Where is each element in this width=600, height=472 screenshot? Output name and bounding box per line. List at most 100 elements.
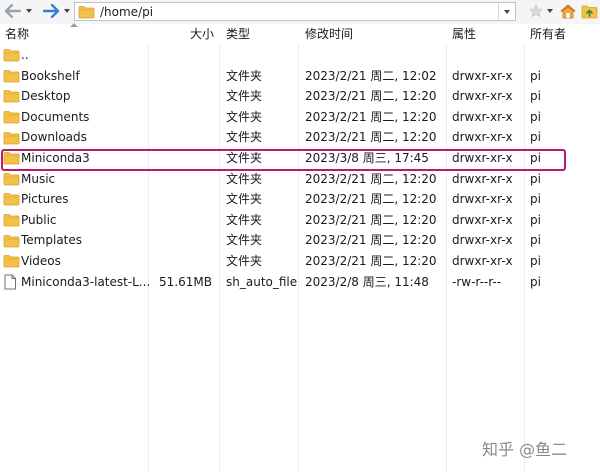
file-permissions: -rw-r--r-- bbox=[452, 274, 502, 289]
file-size: 51.61MB bbox=[159, 274, 212, 289]
back-history-dropdown[interactable] bbox=[24, 2, 34, 20]
folder-icon bbox=[3, 86, 21, 107]
file-name: Desktop bbox=[21, 89, 71, 104]
path-text: /home/pi bbox=[100, 4, 154, 19]
chevron-down-icon bbox=[547, 9, 553, 13]
file-name: Downloads bbox=[21, 130, 87, 145]
file-modified-time: 2023/2/21 周二, 12:20 bbox=[305, 212, 437, 227]
folder-icon bbox=[3, 66, 21, 87]
file-type: 文件夹 bbox=[226, 150, 263, 165]
file-owner: pi bbox=[530, 274, 541, 289]
file-owner: pi bbox=[530, 212, 541, 227]
file-size bbox=[150, 169, 212, 190]
parent-folder-button[interactable] bbox=[580, 3, 598, 19]
file-name: Public bbox=[21, 212, 57, 227]
folder-icon bbox=[3, 127, 21, 148]
file-type: sh_auto_file bbox=[226, 274, 298, 289]
file-permissions: drwxr-xr-x bbox=[452, 130, 513, 145]
file-permissions: drwxr-xr-x bbox=[452, 109, 513, 124]
file-owner: pi bbox=[530, 89, 541, 104]
file-permissions bbox=[452, 45, 526, 66]
file-name: Documents bbox=[21, 109, 90, 124]
file-type: 文件夹 bbox=[226, 130, 263, 145]
file-name: Music bbox=[21, 171, 56, 186]
file-row[interactable]: Miniconda3 文件夹 2023/3/8 周三, 17:45 drwxr-xr-… bbox=[0, 148, 600, 169]
file-permissions: drwxr-xr-x bbox=[452, 171, 513, 186]
file-modified-time: 2023/3/8 周三, 17:45 bbox=[305, 150, 429, 165]
chevron-down-icon bbox=[26, 9, 32, 13]
file-icon bbox=[3, 272, 21, 293]
file-type: 文件夹 bbox=[226, 109, 263, 124]
file-type: 文件夹 bbox=[226, 89, 263, 104]
forward-button[interactable] bbox=[40, 2, 62, 20]
chevron-down-icon bbox=[504, 9, 510, 14]
file-modified-time: 2023/2/8 周三, 11:48 bbox=[305, 274, 429, 289]
column-header-permissions[interactable]: 属性 bbox=[452, 24, 476, 44]
watermark: 知乎 @鱼二 bbox=[482, 440, 568, 459]
file-permissions: drwxr-xr-x bbox=[452, 150, 513, 165]
file-name: .. bbox=[21, 48, 29, 62]
folder-icon bbox=[3, 169, 21, 190]
file-owner: pi bbox=[530, 68, 541, 83]
file-modified-time: 2023/2/21 周二, 12:20 bbox=[305, 171, 437, 186]
file-type bbox=[226, 45, 298, 66]
folder-icon bbox=[3, 189, 21, 210]
path-bar[interactable]: /home/pi bbox=[74, 2, 516, 21]
file-row[interactable]: Templates 文件夹 2023/2/21 周二, 12:20 drwxr-xr-… bbox=[0, 230, 600, 251]
file-row[interactable]: Public 文件夹 2023/2/21 周二, 12:20 drwxr-xr-x pi bbox=[0, 210, 600, 231]
file-row[interactable]: Bookshelf 文件夹 2023/2/21 周二, 12:02 drwxr-xr-… bbox=[0, 66, 600, 87]
file-size bbox=[150, 45, 212, 66]
column-header-owner[interactable]: 所有者 bbox=[530, 24, 566, 44]
file-name: Miniconda3-latest-L... bbox=[21, 274, 149, 289]
file-row[interactable]: Documents 文件夹 2023/2/21 周二, 12:20 drwxr-xr-… bbox=[0, 107, 600, 128]
folder-icon bbox=[3, 45, 21, 66]
file-owner: pi bbox=[530, 150, 541, 165]
file-name: Templates bbox=[21, 233, 83, 248]
parent-folder-icon bbox=[581, 5, 597, 18]
home-button[interactable] bbox=[559, 3, 577, 19]
file-size bbox=[150, 86, 212, 107]
file-row[interactable]: Pictures 文件夹 2023/2/21 周二, 12:20 drwxr-xr-x… bbox=[0, 189, 600, 210]
file-modified-time bbox=[305, 45, 445, 66]
file-row[interactable]: .. bbox=[0, 45, 600, 66]
file-permissions: drwxr-xr-x bbox=[452, 233, 513, 248]
column-header-type[interactable]: 类型 bbox=[226, 24, 250, 44]
folder-icon bbox=[3, 230, 21, 251]
file-modified-time: 2023/2/21 周二, 12:20 bbox=[305, 89, 437, 104]
forward-history-dropdown[interactable] bbox=[62, 2, 72, 20]
file-type: 文件夹 bbox=[226, 192, 263, 207]
file-owner: pi bbox=[530, 130, 541, 145]
file-size bbox=[150, 127, 212, 148]
home-icon bbox=[560, 4, 576, 18]
file-name: Bookshelf bbox=[21, 68, 80, 83]
file-modified-time: 2023/2/21 周二, 12:20 bbox=[305, 253, 437, 268]
file-row[interactable]: Desktop 文件夹 2023/2/21 周二, 12:20 drwxr-xr-x p… bbox=[0, 86, 600, 107]
file-list: .. Bookshelf 文件夹 2023/2/21 周二, 12:02 drwxr-x… bbox=[0, 45, 600, 292]
chevron-down-icon bbox=[64, 9, 70, 13]
back-button[interactable] bbox=[2, 2, 24, 20]
file-row[interactable]: Videos 文件夹 2023/2/21 周二, 12:20 drwxr-xr-x pi bbox=[0, 251, 600, 272]
folder-icon bbox=[3, 251, 21, 272]
file-owner: pi bbox=[530, 233, 541, 248]
column-header-size[interactable]: 大小 bbox=[190, 24, 214, 44]
file-size bbox=[150, 107, 212, 128]
file-row[interactable]: Downloads 文件夹 2023/2/21 周二, 12:20 drwxr-xr-… bbox=[0, 127, 600, 148]
file-owner: pi bbox=[530, 171, 541, 186]
column-header-name[interactable]: 名称 bbox=[5, 24, 29, 44]
file-row[interactable]: Music 文件夹 2023/2/21 周二, 12:20 drwxr-xr-x pi bbox=[0, 169, 600, 190]
column-header-mtime[interactable]: 修改时间 bbox=[305, 24, 353, 44]
path-history-dropdown[interactable] bbox=[498, 3, 515, 20]
bookmark-dropdown[interactable] bbox=[545, 3, 555, 19]
file-name: Videos bbox=[21, 253, 61, 268]
bookmark-button[interactable] bbox=[528, 3, 544, 19]
star-icon bbox=[529, 4, 543, 18]
file-type: 文件夹 bbox=[226, 68, 263, 83]
file-row[interactable]: Miniconda3-latest-L... 51.61MB sh_auto_fil… bbox=[0, 272, 600, 293]
file-modified-time: 2023/2/21 周二, 12:20 bbox=[305, 130, 437, 145]
folder-icon bbox=[3, 210, 21, 231]
arrow-right-icon bbox=[43, 4, 59, 18]
arrow-left-icon bbox=[5, 4, 21, 18]
file-name: Miniconda3 bbox=[21, 150, 90, 165]
file-owner: pi bbox=[530, 109, 541, 124]
file-type: 文件夹 bbox=[226, 212, 263, 227]
